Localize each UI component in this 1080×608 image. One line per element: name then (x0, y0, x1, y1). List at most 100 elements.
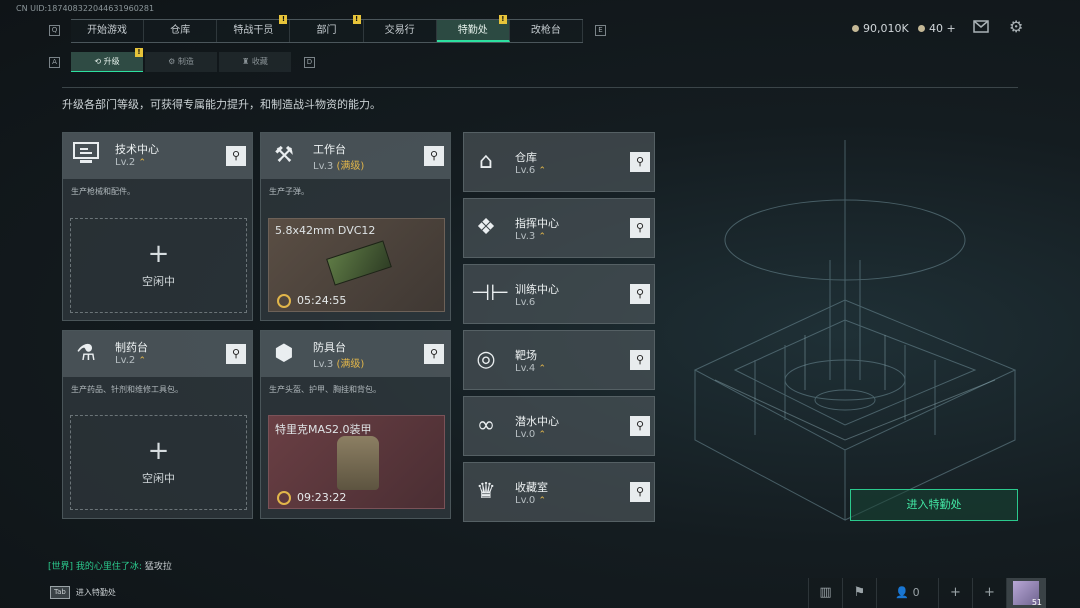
card-title: 靶场 (515, 349, 537, 362)
enter-special-ops-button[interactable]: 进入特勤处 (850, 489, 1018, 521)
card-description: 生产子弹。 (269, 187, 309, 196)
player-uid: CN UID:187408322044631960281 (16, 4, 155, 13)
search-button[interactable]: ⚲ (630, 152, 650, 172)
tab-gunsmith[interactable]: 改枪台 (510, 20, 583, 42)
tab-warehouse[interactable]: 仓库 (144, 20, 218, 42)
friends-count: 0 (912, 586, 920, 599)
card-tech-center[interactable]: 技术中心 Lv.2 ⌃ ⚲ 生产枪械和配件。 + 空闲中 (62, 132, 253, 321)
idle-slot[interactable]: + 空闲中 (70, 415, 247, 510)
production-slot[interactable]: 特里克MAS2.0装甲 09:23:22 (268, 415, 445, 509)
player-avatar[interactable]: 51 (1006, 578, 1046, 608)
tab-label: 特勤处 (457, 25, 488, 36)
gear-icon[interactable]: ⚙ (1009, 19, 1025, 35)
card-diving-center[interactable]: ∞ 潜水中心 Lv.0 ⌃ ⚲ (463, 396, 655, 456)
card-title: 工作台 (313, 143, 346, 156)
dumbbell-icon: ⊣⊢ (471, 281, 510, 306)
search-button[interactable]: ⚲ (630, 416, 650, 436)
mail-icon[interactable] (973, 20, 989, 33)
card-title: 指挥中心 (515, 217, 559, 230)
search-button[interactable]: ⚲ (424, 344, 444, 364)
bottom-toolbar: ▥ ⚑ 👤 0 + + 51 (808, 578, 1080, 608)
card-level: Lv.6 (515, 297, 535, 308)
money-amount: 90,010K (863, 22, 909, 35)
add-slot-button-2[interactable]: + (972, 578, 1006, 608)
card-shooting-range[interactable]: ◎ 靶场 Lv.4 ⌃ ⚲ (463, 330, 655, 390)
tab-market[interactable]: 交易行 (364, 20, 437, 42)
level-text: Lv.0 (515, 429, 536, 440)
tab-operators[interactable]: 特战干员! (217, 15, 291, 42)
search-button[interactable]: ⚲ (630, 284, 650, 304)
level-up-arrow-icon: ⌃ (538, 232, 546, 242)
search-button[interactable]: ⚲ (226, 146, 246, 166)
subtab-label: 升级 (103, 57, 120, 66)
subtab-craft[interactable]: ⚙ 制造 (145, 52, 217, 72)
card-workbench[interactable]: ⚒ 工作台 Lv.3 (满级) ⚲ 生产子弹。 5.8x42mm DVC12 0… (260, 132, 451, 321)
tab-hint[interactable]: Tab 进入特勤处 (50, 582, 116, 602)
subtab-label: 收藏 (251, 57, 268, 66)
stats-icon[interactable]: ▥ (808, 578, 842, 608)
plus-icon: + (147, 239, 170, 269)
card-collection-room[interactable]: ♛ 收藏室 Lv.0 ⌃ ⚲ (463, 462, 655, 522)
search-button[interactable]: ⚲ (630, 218, 650, 238)
search-button[interactable]: ⚲ (630, 482, 650, 502)
search-button[interactable]: ⚲ (424, 146, 444, 166)
search-icon: ⚲ (635, 287, 645, 300)
card-pharmacy[interactable]: ⚗ 制药台 Lv.2 ⌃ ⚲ 生产药品、针剂和维修工具包。 + 空闲中 (62, 330, 253, 519)
microscope-icon: ⚗ (76, 341, 96, 366)
level-text: Lv.3 (515, 231, 536, 242)
search-button[interactable]: ⚲ (630, 350, 650, 370)
alert-badge: ! (498, 15, 507, 24)
ticket-icon (918, 25, 925, 32)
card-command-center[interactable]: ❖ 指挥中心 Lv.3 ⌃ ⚲ (463, 198, 655, 258)
ticket-display[interactable]: 40 + (918, 22, 956, 35)
card-description: 生产头盔、护甲、胸挂和背包。 (269, 385, 381, 394)
target-icon: ◎ (476, 347, 496, 372)
level-text: Lv.4 (515, 363, 536, 374)
level-up-arrow-icon: ⌃ (538, 430, 546, 440)
tab-special-ops[interactable]: 特勤处! (436, 15, 510, 42)
card-level: Lv.4 ⌃ (515, 363, 546, 374)
card-title: 制药台 (115, 341, 148, 354)
search-icon: ⚲ (231, 149, 241, 162)
computer-icon (71, 141, 101, 171)
card-level: Lv.2 ⌃ (115, 355, 146, 366)
level-up-arrow-icon: ⌃ (138, 158, 146, 168)
search-button[interactable]: ⚲ (226, 344, 246, 364)
card-warehouse[interactable]: ⌂ 仓库 Lv.6 ⌃ ⚲ (463, 132, 655, 192)
subtab-collection[interactable]: ♜ 收藏 (219, 52, 291, 72)
card-training-center[interactable]: ⊣⊢ 训练中心 Lv.6 ⚲ (463, 264, 655, 324)
card-title: 潜水中心 (515, 415, 559, 428)
production-slot[interactable]: 5.8x42mm DVC12 05:24:55 (268, 218, 445, 312)
add-slot-button[interactable]: + (938, 578, 972, 608)
tab-label: 仓库 (170, 25, 191, 36)
level-text: Lv.2 (115, 157, 136, 168)
armor-vest-image (337, 436, 379, 490)
level-text: Lv.6 (515, 297, 536, 308)
flag-icon[interactable]: ⚑ (842, 578, 876, 608)
divider (62, 87, 1018, 88)
ammo-box-image (326, 240, 392, 286)
tab-start-game[interactable]: 开始游戏 (71, 20, 145, 42)
subtab-upgrade[interactable]: ⟲ 升级 ! (71, 48, 143, 72)
tab-label: 特战干员 (233, 25, 274, 36)
tab-label: 交易行 (384, 25, 415, 36)
card-level: Lv.2 ⌃ (115, 157, 146, 168)
tools-icon: ⚒ (274, 143, 294, 168)
tab-departments[interactable]: 部门! (290, 15, 364, 42)
search-icon: ⚲ (635, 419, 645, 432)
search-icon: ⚲ (635, 155, 645, 168)
card-level: Lv.3 (满级) (313, 157, 364, 172)
card-armor-bench[interactable]: ⬢ 防具台 Lv.3 (满级) ⚲ 生产头盔、护甲、胸挂和背包。 特里克MAS2… (260, 330, 451, 519)
page-description: 升级各部门等级，可获得专属能力提升，和制造战斗物资的能力。 (62, 98, 381, 111)
friends-button[interactable]: 👤 0 (876, 578, 938, 608)
production-timer: 05:24:55 (297, 294, 347, 307)
chat-line[interactable]: [世界] 我的心里住了冰: 猛攻拉 (48, 559, 172, 572)
level-text: Lv.0 (515, 495, 536, 506)
level-text: Lv.2 (115, 355, 136, 366)
idle-label: 空闲中 (142, 472, 175, 485)
idle-slot[interactable]: + 空闲中 (70, 218, 247, 313)
collection-icon: ♜ (242, 57, 252, 66)
card-title: 收藏室 (515, 481, 548, 494)
level-up-arrow-icon: ⌃ (538, 166, 546, 176)
base-scene-image (693, 140, 1017, 521)
